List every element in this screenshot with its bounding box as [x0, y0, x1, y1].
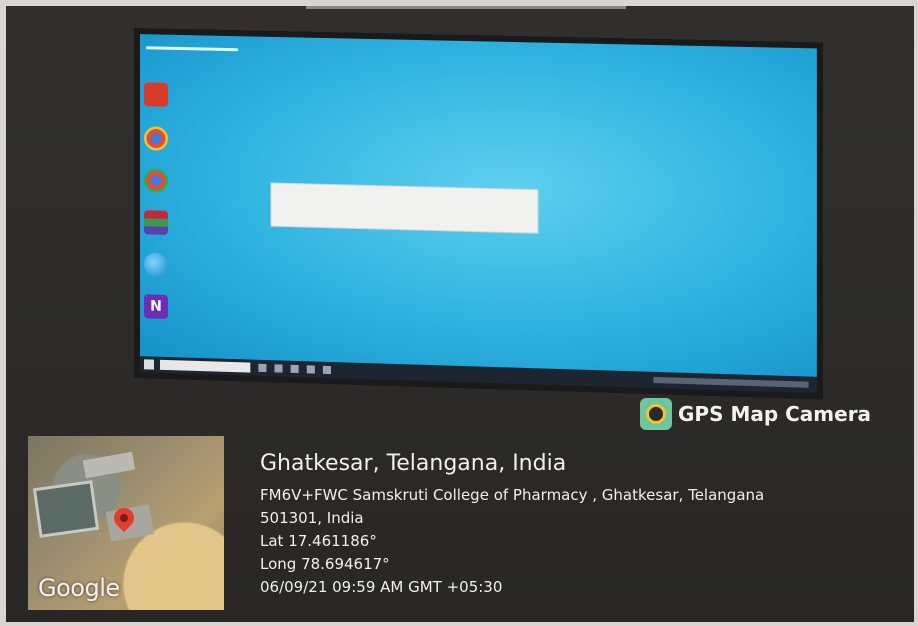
chrome-icon[interactable]	[143, 126, 169, 151]
google-logo: Google	[38, 574, 120, 602]
taskbar-app-icon[interactable]	[274, 364, 283, 373]
map-pin-icon	[646, 404, 666, 424]
winrar-icon[interactable]	[143, 210, 169, 235]
chrome-icon[interactable]	[143, 168, 169, 193]
address-line-2: 501301, India	[260, 509, 364, 527]
taskbar-app-icon[interactable]	[322, 365, 332, 375]
taskbar-app-icon[interactable]	[306, 365, 315, 374]
edge-icon[interactable]	[143, 252, 169, 277]
desktop: N	[139, 34, 817, 377]
taskbar-app-icon[interactable]	[290, 364, 299, 374]
city-heading: Ghatkesar, Telangana, India	[260, 451, 567, 476]
start-button[interactable]	[143, 359, 154, 370]
map-building	[82, 451, 136, 479]
top-edge-bar	[306, 6, 626, 9]
gps-map-camera-logo-icon	[640, 398, 672, 430]
map-building	[32, 480, 100, 538]
brand-name: GPS Map Camera	[678, 402, 872, 426]
monitor-screen: N	[134, 28, 824, 400]
datetime: 06/09/21 09:59 AM GMT +05:30	[260, 578, 503, 596]
n-app-icon[interactable]: N	[143, 294, 169, 319]
desktop-top-strip	[145, 46, 239, 52]
latitude: Lat 17.461186°	[260, 532, 377, 550]
address-line-1: FM6V+FWC Samskruti College of Pharmacy ,…	[260, 486, 765, 504]
photo-frame: N GPS Map Camera Google Ghatkesar, Telan…	[6, 6, 914, 622]
pdf-icon[interactable]	[143, 82, 169, 107]
map-thumbnail[interactable]: Google	[28, 436, 224, 610]
blank-dialog-window[interactable]	[270, 182, 539, 234]
taskbar-app-icon[interactable]	[258, 363, 267, 373]
location-info: Ghatkesar, Telangana, India FM6V+FWC Sam…	[260, 450, 764, 599]
system-tray[interactable]	[653, 376, 809, 388]
longitude: Long 78.694617°	[260, 555, 390, 573]
gps-map-camera-watermark: GPS Map Camera	[640, 398, 871, 430]
taskbar-search-box[interactable]	[160, 359, 251, 373]
